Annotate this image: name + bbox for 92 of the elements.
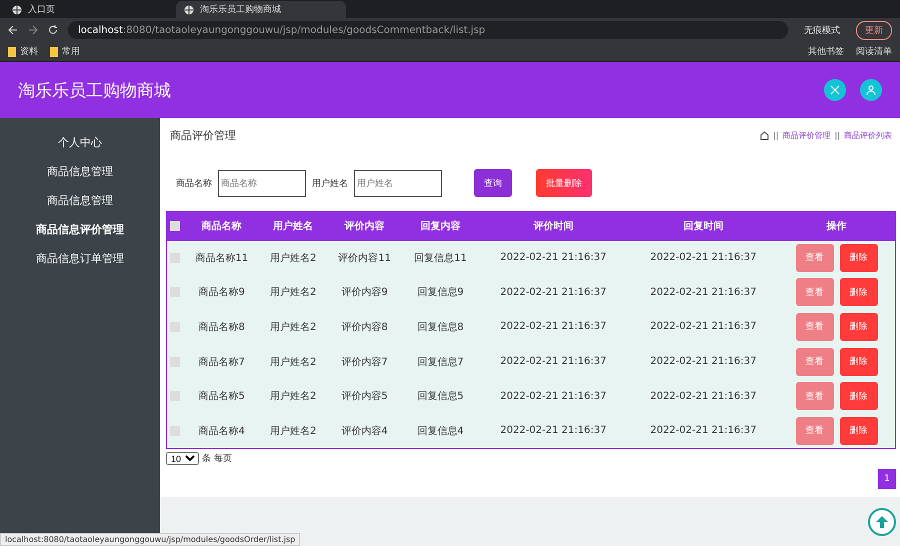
table-cell: 评价内容5	[326, 378, 403, 414]
field-label: 商品名称	[176, 178, 212, 190]
table-cell: 2022-02-21 21:16:37	[478, 378, 628, 414]
table-cell: 用户姓名2	[260, 240, 327, 276]
select-all-checkbox[interactable]	[170, 221, 180, 232]
sidebar-item[interactable]: 商品信息管理	[47, 190, 113, 211]
table-cell: 商品名称4	[184, 413, 260, 448]
incognito-label[interactable]: 无痕模式	[798, 22, 846, 38]
search-field[interactable]: 商品名称	[218, 170, 306, 196]
bookmark[interactable]: 常用	[62, 45, 80, 58]
table-cell: 用户姓名2	[260, 344, 327, 379]
delete-button[interactable]: 删除	[840, 278, 878, 306]
table-cell: 2022-02-21 21:16:37	[628, 378, 778, 414]
table-cell: 商品名称9	[184, 275, 260, 310]
table-cell: 评价内容11	[326, 240, 403, 276]
bookmark[interactable]: 阅读清单	[856, 45, 892, 58]
sidebar-item[interactable]: 商品信息订单管理	[36, 248, 124, 269]
per-page-label: 条 每页	[202, 452, 232, 465]
column-header: 操作	[778, 212, 896, 240]
column-header: 商品名称	[184, 212, 260, 240]
update-button[interactable]: 更新	[856, 20, 892, 40]
sidebar-item[interactable]: 商品信息管理	[47, 161, 113, 182]
table-cell: 用户姓名2	[260, 310, 327, 344]
table-cell: 回复信息4	[402, 413, 478, 448]
table-cell: 2022-02-21 21:16:37	[478, 240, 628, 276]
breadcrumb-link[interactable]: 商品评价列表	[844, 130, 892, 141]
table-cell: 回复信息8	[402, 310, 478, 344]
page-number[interactable]: 1	[878, 468, 896, 489]
status-bar-url: localhost:8080/taotaoleyaungonggouwu/jsp/modules/goodsOrder/list.jsp	[0, 533, 300, 546]
sidebar-item[interactable]: 个人中心	[58, 132, 102, 153]
back-icon[interactable]	[8, 25, 18, 35]
home-icon[interactable]	[760, 131, 770, 140]
table-cell: 2022-02-21 21:16:37	[628, 275, 778, 310]
table-cell: 2022-02-21 21:16:37	[628, 310, 778, 344]
column-header: 回复时间	[628, 212, 778, 240]
user-icon	[866, 85, 876, 95]
table-cell: 评价内容8	[326, 310, 403, 344]
table-cell: 回复信息11	[402, 240, 478, 276]
table-cell: 2022-02-21 21:16:37	[628, 413, 778, 448]
breadcrumb-separator: ||	[773, 131, 779, 140]
delete-button[interactable]: 删除	[840, 416, 878, 445]
reload-icon[interactable]	[48, 25, 58, 35]
column-header: 用户姓名	[260, 212, 327, 240]
query-button[interactable]: 查询	[474, 169, 512, 197]
table-cell: 评价内容9	[326, 275, 403, 310]
table-cell: 回复信息9	[402, 275, 478, 310]
page-title: 商品评价管理	[170, 128, 236, 143]
table-cell: 2022-02-21 21:16:37	[628, 344, 778, 379]
breadcrumb-link[interactable]: 商品评价管理	[782, 130, 831, 141]
browser-tab[interactable]: 淘乐乐员工购物商城	[176, 1, 346, 18]
arrow-up-icon	[875, 515, 889, 529]
table-cell: 商品名称7	[184, 344, 260, 379]
batch-delete-button[interactable]: 批量删除	[536, 169, 592, 197]
globe-icon	[184, 4, 194, 14]
table-cell: 2022-02-21 21:16:37	[478, 413, 628, 448]
search-field[interactable]: 用户姓名	[354, 170, 442, 196]
table-cell: 用户姓名2	[260, 413, 327, 448]
app-title: 淘乐乐员工购物商城	[18, 80, 172, 102]
user-button[interactable]	[860, 79, 882, 101]
bookmark[interactable]: 资料	[20, 45, 38, 58]
column-header: 评价内容	[326, 212, 403, 240]
delete-button[interactable]: 删除	[840, 312, 878, 341]
table-cell: 回复信息7	[402, 344, 478, 379]
sidebar-item[interactable]: 商品信息评价管理	[36, 219, 124, 240]
table-cell: 评价内容4	[326, 413, 403, 448]
folder-icon	[50, 46, 58, 56]
table-cell: 2022-02-21 21:16:37	[478, 275, 628, 310]
delete-button[interactable]: 删除	[840, 382, 878, 410]
table-cell: 2022-02-21 21:16:37	[478, 344, 628, 379]
browser-tab[interactable]: 入口页	[4, 1, 174, 18]
globe-icon	[12, 4, 22, 14]
folder-icon	[8, 46, 16, 56]
column-header: 回复内容	[402, 212, 478, 240]
forward-icon[interactable]	[28, 25, 38, 35]
delete-button[interactable]: 删除	[840, 244, 878, 272]
address-bar[interactable]: localhost:8080/taotaoleyaungonggouwu/jsp/modules/goodsCommentback/list.jsp	[68, 21, 788, 39]
fullscreen-button[interactable]	[824, 79, 846, 101]
table-cell: 2022-02-21 21:16:37	[478, 310, 628, 344]
table-cell: 商品名称5	[184, 378, 260, 414]
table-cell: 商品名称8	[184, 310, 260, 344]
bookmark[interactable]: 其他书签	[808, 45, 844, 58]
page-size-select[interactable]: 10	[166, 452, 199, 465]
table-cell: 商品名称11	[184, 240, 260, 276]
table-cell: 2022-02-21 21:16:37	[628, 240, 778, 276]
table-cell: 用户姓名2	[260, 275, 327, 310]
table-cell: 回复信息5	[402, 378, 478, 414]
table-cell: 评价内容7	[326, 344, 403, 379]
breadcrumb-separator: ||	[834, 131, 840, 140]
field-label: 用户姓名	[312, 178, 348, 190]
column-header: 评价时间	[478, 212, 628, 240]
table-cell: 用户姓名2	[260, 378, 327, 414]
delete-button[interactable]: 删除	[840, 348, 878, 376]
